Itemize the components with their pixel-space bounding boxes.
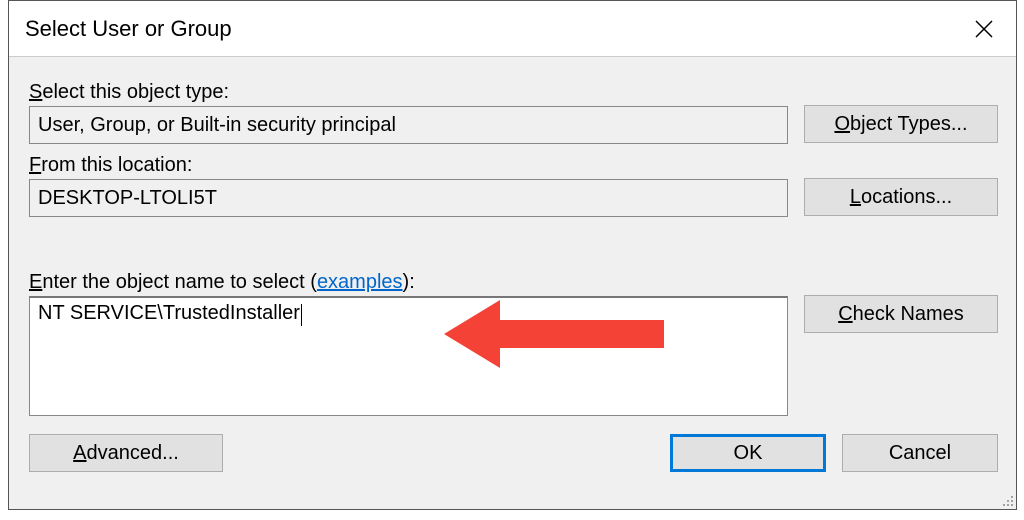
object-type-field: User, Group, or Built-in security princi…: [29, 106, 788, 144]
resize-grip[interactable]: [998, 491, 1014, 507]
object-name-section: Enter the object name to select (example…: [29, 271, 998, 416]
object-name-input[interactable]: NT SERVICE\TrustedInstaller: [29, 296, 788, 416]
dialog-title: Select User or Group: [25, 16, 232, 42]
cancel-button[interactable]: Cancel: [842, 434, 998, 472]
ok-button[interactable]: OK: [670, 434, 826, 472]
close-button[interactable]: [966, 11, 1002, 47]
object-type-label: Select this object type:: [29, 81, 788, 104]
location-section: From this location: DESKTOP-LTOLI5T Loca…: [29, 154, 998, 217]
object-types-button[interactable]: Object Types...: [804, 105, 998, 143]
select-user-group-dialog: Select User or Group Select this object …: [8, 0, 1017, 510]
object-name-label: Enter the object name to select (example…: [29, 271, 788, 294]
examples-link[interactable]: examples: [317, 271, 403, 293]
advanced-button[interactable]: Advanced...: [29, 434, 223, 472]
text-caret: [301, 304, 302, 326]
dialog-buttons: Advanced... OK Cancel: [29, 434, 998, 472]
close-icon: [974, 19, 994, 39]
dialog-body: Select this object type: User, Group, or…: [9, 57, 1016, 509]
titlebar: Select User or Group: [9, 1, 1016, 57]
locations-button[interactable]: Locations...: [804, 178, 998, 216]
location-label: From this location:: [29, 154, 788, 177]
object-type-section: Select this object type: User, Group, or…: [29, 81, 998, 144]
check-names-button[interactable]: Check Names: [804, 295, 998, 333]
location-field: DESKTOP-LTOLI5T: [29, 179, 788, 217]
